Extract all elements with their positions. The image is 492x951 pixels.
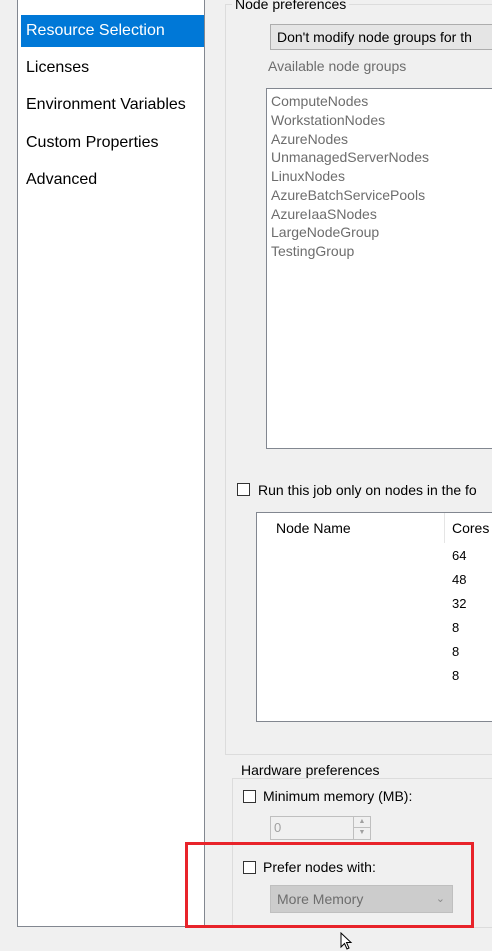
nav-item-resource-selection[interactable]: Resource Selection [21, 15, 204, 47]
column-divider [444, 513, 445, 543]
column-header-cores[interactable]: Cores [452, 513, 489, 543]
stepper-up-icon[interactable]: ▲ [353, 817, 370, 828]
content-panel: Node preferences Don't modify node group… [205, 0, 492, 951]
table-cell-cores: 8 [452, 644, 460, 659]
table-cell-cores: 48 [452, 572, 467, 587]
table-cell-cores: 64 [452, 548, 467, 563]
table-cell-cores: 8 [452, 620, 460, 635]
node-group-mode-dropdown[interactable]: Don't modify node groups for th [270, 24, 492, 50]
nav-item-environment-variables[interactable]: Environment Variables [21, 89, 204, 121]
highlight-box [185, 842, 474, 928]
table-cell-cores: 8 [452, 668, 460, 683]
table-header: Node Name Cores [257, 513, 492, 543]
list-item[interactable]: AzureNodes [271, 130, 348, 148]
nodes-table[interactable]: Node Name Cores 64 48 32 8 8 8 [256, 512, 492, 722]
min-memory-stepper[interactable]: 0 ▲ ▼ [270, 816, 371, 840]
list-item[interactable]: LinuxNodes [271, 167, 345, 185]
nav-item-advanced[interactable]: Advanced [21, 164, 204, 196]
column-header-node-name[interactable]: Node Name [276, 513, 351, 543]
min-memory-value: 0 [274, 820, 282, 835]
table-cell-cores: 32 [452, 596, 467, 611]
min-memory-checkbox[interactable] [243, 790, 256, 803]
node-preferences-title: Node preferences [232, 0, 350, 12]
mouse-cursor-icon [340, 932, 353, 950]
list-item[interactable]: WorkstationNodes [271, 111, 385, 129]
nav-item-custom-properties[interactable]: Custom Properties [21, 127, 204, 159]
list-item[interactable]: AzureIaaSNodes [271, 205, 377, 223]
hardware-preferences-title: Hardware preferences [238, 762, 383, 778]
list-item[interactable]: AzureBatchServicePools [271, 186, 425, 204]
available-node-groups-label: Available node groups [268, 58, 407, 74]
list-item[interactable]: LargeNodeGroup [271, 223, 379, 241]
run-only-label: Run this job only on nodes in the fo [258, 482, 477, 498]
list-item[interactable]: TestingGroup [271, 242, 354, 260]
list-item[interactable]: ComputeNodes [271, 92, 368, 110]
nav-panel: Resource Selection Licenses Environment … [17, 0, 205, 927]
run-only-checkbox[interactable] [237, 483, 250, 496]
min-memory-label: Minimum memory (MB): [263, 788, 413, 804]
available-node-groups-list[interactable]: ComputeNodes WorkstationNodes AzureNodes… [266, 88, 492, 449]
stepper-down-icon[interactable]: ▼ [353, 828, 370, 839]
nav-item-licenses[interactable]: Licenses [21, 52, 204, 84]
list-item[interactable]: UnmanagedServerNodes [271, 148, 429, 166]
